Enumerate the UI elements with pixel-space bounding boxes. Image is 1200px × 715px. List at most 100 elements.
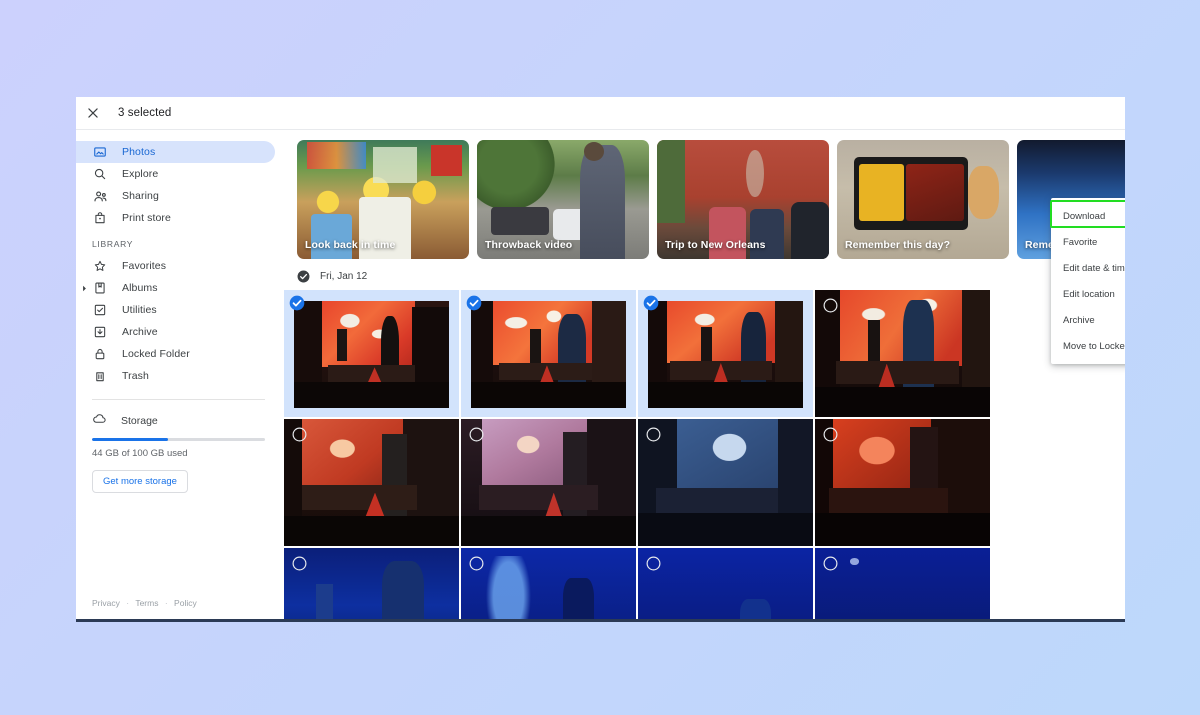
- photo-actions-context-menu: Download Shift+D Favorite Edit date & ti…: [1051, 198, 1125, 364]
- sidebar-item-locked-folder[interactable]: Locked Folder: [76, 343, 275, 365]
- photo-checkbox-selected[interactable]: [289, 295, 305, 311]
- sidebar-item-explore[interactable]: Explore: [76, 163, 275, 185]
- menu-item-favorite[interactable]: Favorite: [1051, 229, 1125, 255]
- photo-checkbox-selected[interactable]: [643, 295, 659, 311]
- photo-thumbnail: [815, 548, 990, 619]
- storage-progress-bar: [92, 438, 265, 441]
- photo-tile[interactable]: [815, 290, 990, 417]
- memories-carousel: Look back in time Throwback video Trip t…: [281, 131, 1125, 259]
- photo-tile[interactable]: [284, 290, 459, 417]
- menu-item-edit-location[interactable]: Edit location: [1051, 281, 1125, 307]
- memory-card[interactable]: Trip to New Orleans: [657, 140, 829, 259]
- photo-thumbnail: [294, 301, 449, 408]
- archive-icon: [92, 324, 108, 340]
- date-section-header: Fri, Jan 12: [281, 259, 1125, 289]
- memory-title: Remember this day?: [845, 239, 951, 251]
- photo-grid: [281, 289, 1125, 619]
- photo-icon: [92, 144, 108, 160]
- close-selection-button[interactable]: [76, 97, 110, 130]
- photo-tile[interactable]: [284, 548, 459, 619]
- menu-item-download[interactable]: Download Shift+D: [1051, 203, 1125, 229]
- lock-icon: [92, 346, 108, 362]
- selected-count-label: 3 selected: [118, 107, 172, 119]
- menu-item-label: Edit location: [1063, 288, 1115, 300]
- sidebar-item-label: Explore: [122, 168, 159, 180]
- sidebar-item-albums[interactable]: Albums: [76, 277, 275, 299]
- memory-card[interactable]: Look back in time: [297, 140, 469, 259]
- date-label: Fri, Jan 12: [320, 271, 368, 282]
- memory-card[interactable]: Throwback video: [477, 140, 649, 259]
- menu-item-archive[interactable]: Archive Shift+A: [1051, 307, 1125, 333]
- photo-thumbnail: [471, 301, 626, 408]
- sidebar-item-utilities[interactable]: Utilities: [76, 299, 275, 321]
- photo-checkbox-unselected[interactable]: [646, 427, 661, 442]
- memory-title: Look back in time: [305, 239, 396, 251]
- photo-thumbnail: [461, 548, 636, 619]
- album-icon: [92, 280, 108, 296]
- selection-toolbar: 3 selected: [76, 97, 1125, 130]
- terms-link[interactable]: Terms: [135, 598, 158, 608]
- photo-checkbox-unselected[interactable]: [292, 556, 307, 571]
- storage-label: Storage: [121, 415, 158, 427]
- policy-link[interactable]: Policy: [174, 598, 197, 608]
- sidebar-item-storage[interactable]: Storage: [76, 412, 281, 430]
- footer-links: Privacy · Terms · Policy: [92, 598, 197, 608]
- sidebar-item-sharing[interactable]: Sharing: [76, 185, 275, 207]
- photo-checkbox-unselected[interactable]: [646, 556, 661, 571]
- photo-tile[interactable]: [638, 290, 813, 417]
- sidebar-item-label: Utilities: [122, 304, 157, 316]
- photo-tile[interactable]: [461, 419, 636, 546]
- menu-item-move-to-locked-folder[interactable]: Move to Locked Folder: [1051, 333, 1125, 359]
- sidebar-item-archive[interactable]: Archive: [76, 321, 275, 343]
- photo-tile[interactable]: [815, 419, 990, 546]
- memory-card[interactable]: Remember this day?: [837, 140, 1009, 259]
- close-icon: [86, 106, 100, 120]
- photo-thumbnail: [638, 419, 813, 546]
- photo-checkbox-unselected[interactable]: [823, 298, 838, 313]
- date-select-all-checkbox[interactable]: [297, 270, 310, 283]
- memory-title: Throwback video: [485, 239, 573, 251]
- sidebar-item-label: Sharing: [122, 190, 159, 202]
- sidebar-item-print-store[interactable]: Print store: [76, 207, 275, 229]
- menu-item-label: Edit date & time: [1063, 262, 1125, 274]
- photo-checkbox-unselected[interactable]: [292, 427, 307, 442]
- privacy-link[interactable]: Privacy: [92, 598, 120, 608]
- sidebar-item-label: Trash: [122, 370, 149, 382]
- photo-tile[interactable]: [461, 548, 636, 619]
- photo-checkbox-unselected[interactable]: [469, 556, 484, 571]
- sidebar-item-label: Albums: [122, 282, 158, 294]
- photo-thumbnail: [638, 548, 813, 619]
- search-icon: [92, 166, 108, 182]
- footer-separator: ·: [164, 598, 168, 608]
- photo-checkbox-unselected[interactable]: [823, 427, 838, 442]
- photo-checkbox-selected[interactable]: [466, 295, 482, 311]
- sidebar-item-favorites[interactable]: Favorites: [76, 255, 275, 277]
- sidebar-item-photos[interactable]: Photos: [76, 141, 275, 163]
- photo-checkbox-unselected[interactable]: [469, 427, 484, 442]
- menu-item-label: Favorite: [1063, 236, 1098, 248]
- photo-tile[interactable]: [815, 548, 990, 619]
- get-more-storage-button[interactable]: Get more storage: [92, 470, 188, 493]
- sidebar-item-trash[interactable]: Trash: [76, 365, 275, 387]
- memory-title: Trip to New Orleans: [665, 239, 766, 251]
- photo-thumbnail: [284, 548, 459, 619]
- library-section-header: LIBRARY: [92, 239, 134, 249]
- photo-checkbox-unselected[interactable]: [823, 556, 838, 571]
- sidebar-item-label: Print store: [122, 212, 171, 224]
- menu-item-label: Move to Locked Folder: [1063, 340, 1125, 352]
- photo-tile[interactable]: [638, 419, 813, 546]
- chevron-right-icon[interactable]: [80, 284, 88, 292]
- sidebar-item-label: Archive: [122, 326, 158, 338]
- photo-thumbnail: [815, 290, 990, 417]
- photo-tile[interactable]: [461, 290, 636, 417]
- photo-tile[interactable]: [638, 548, 813, 619]
- sidebar-item-label: Favorites: [122, 260, 167, 272]
- storage-progress-fill: [92, 438, 169, 441]
- utilities-icon: [92, 302, 108, 318]
- people-icon: [92, 188, 108, 204]
- trash-icon: [92, 368, 108, 384]
- storage-usage-text: 44 GB of 100 GB used: [92, 448, 188, 459]
- menu-item-label: Download: [1063, 210, 1106, 222]
- photo-tile[interactable]: [284, 419, 459, 546]
- menu-item-edit-date-time[interactable]: Edit date & time: [1051, 255, 1125, 281]
